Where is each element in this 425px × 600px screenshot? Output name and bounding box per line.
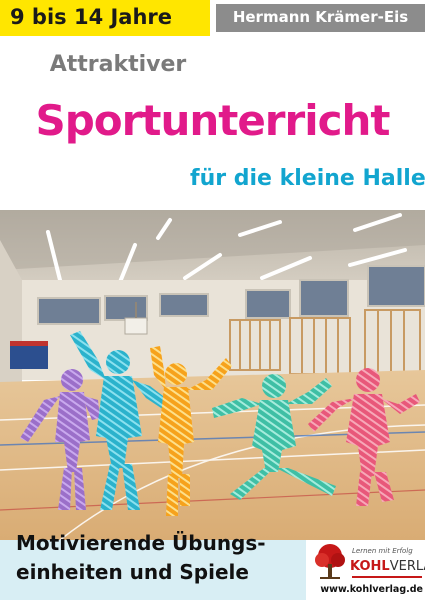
title-subline: für die kleine Halle <box>190 166 425 191</box>
back-wall <box>0 280 425 380</box>
publisher-underline <box>352 576 422 578</box>
publisher-box: Lernen mit Erfolg KOHLVERLAG www.kohlver… <box>306 540 425 600</box>
publisher-slogan: Lernen mit Erfolg <box>352 547 413 555</box>
publisher-name-verlag: VERLAG <box>389 559 425 574</box>
publisher-name-kohl: KOHL <box>350 559 390 574</box>
book-cover: 9 bis 14 Jahre Hermann Krämer-Eis Attrak… <box>0 0 425 600</box>
publisher-tree-logo <box>315 544 345 579</box>
tagline-line-2: einheiten und Spiele <box>16 560 249 584</box>
author-bar: Hermann Krämer-Eis <box>216 4 425 32</box>
author-name: Hermann Krämer-Eis <box>232 8 409 26</box>
mat-stack <box>10 345 48 369</box>
title-prefix: Attraktiver <box>49 52 187 77</box>
age-range-badge: 9 bis 14 Jahre <box>0 0 210 36</box>
publisher-url[interactable]: www.kohlverlag.de <box>310 584 423 595</box>
publisher-name: KOHLVERLAG <box>350 559 425 574</box>
age-range-label: 9 bis 14 Jahre <box>10 5 173 29</box>
tagline-line-1: Motivierende Übungs- <box>16 531 266 555</box>
book-title: Sportunterricht <box>35 96 390 145</box>
gym-hall-illustration <box>0 210 425 540</box>
